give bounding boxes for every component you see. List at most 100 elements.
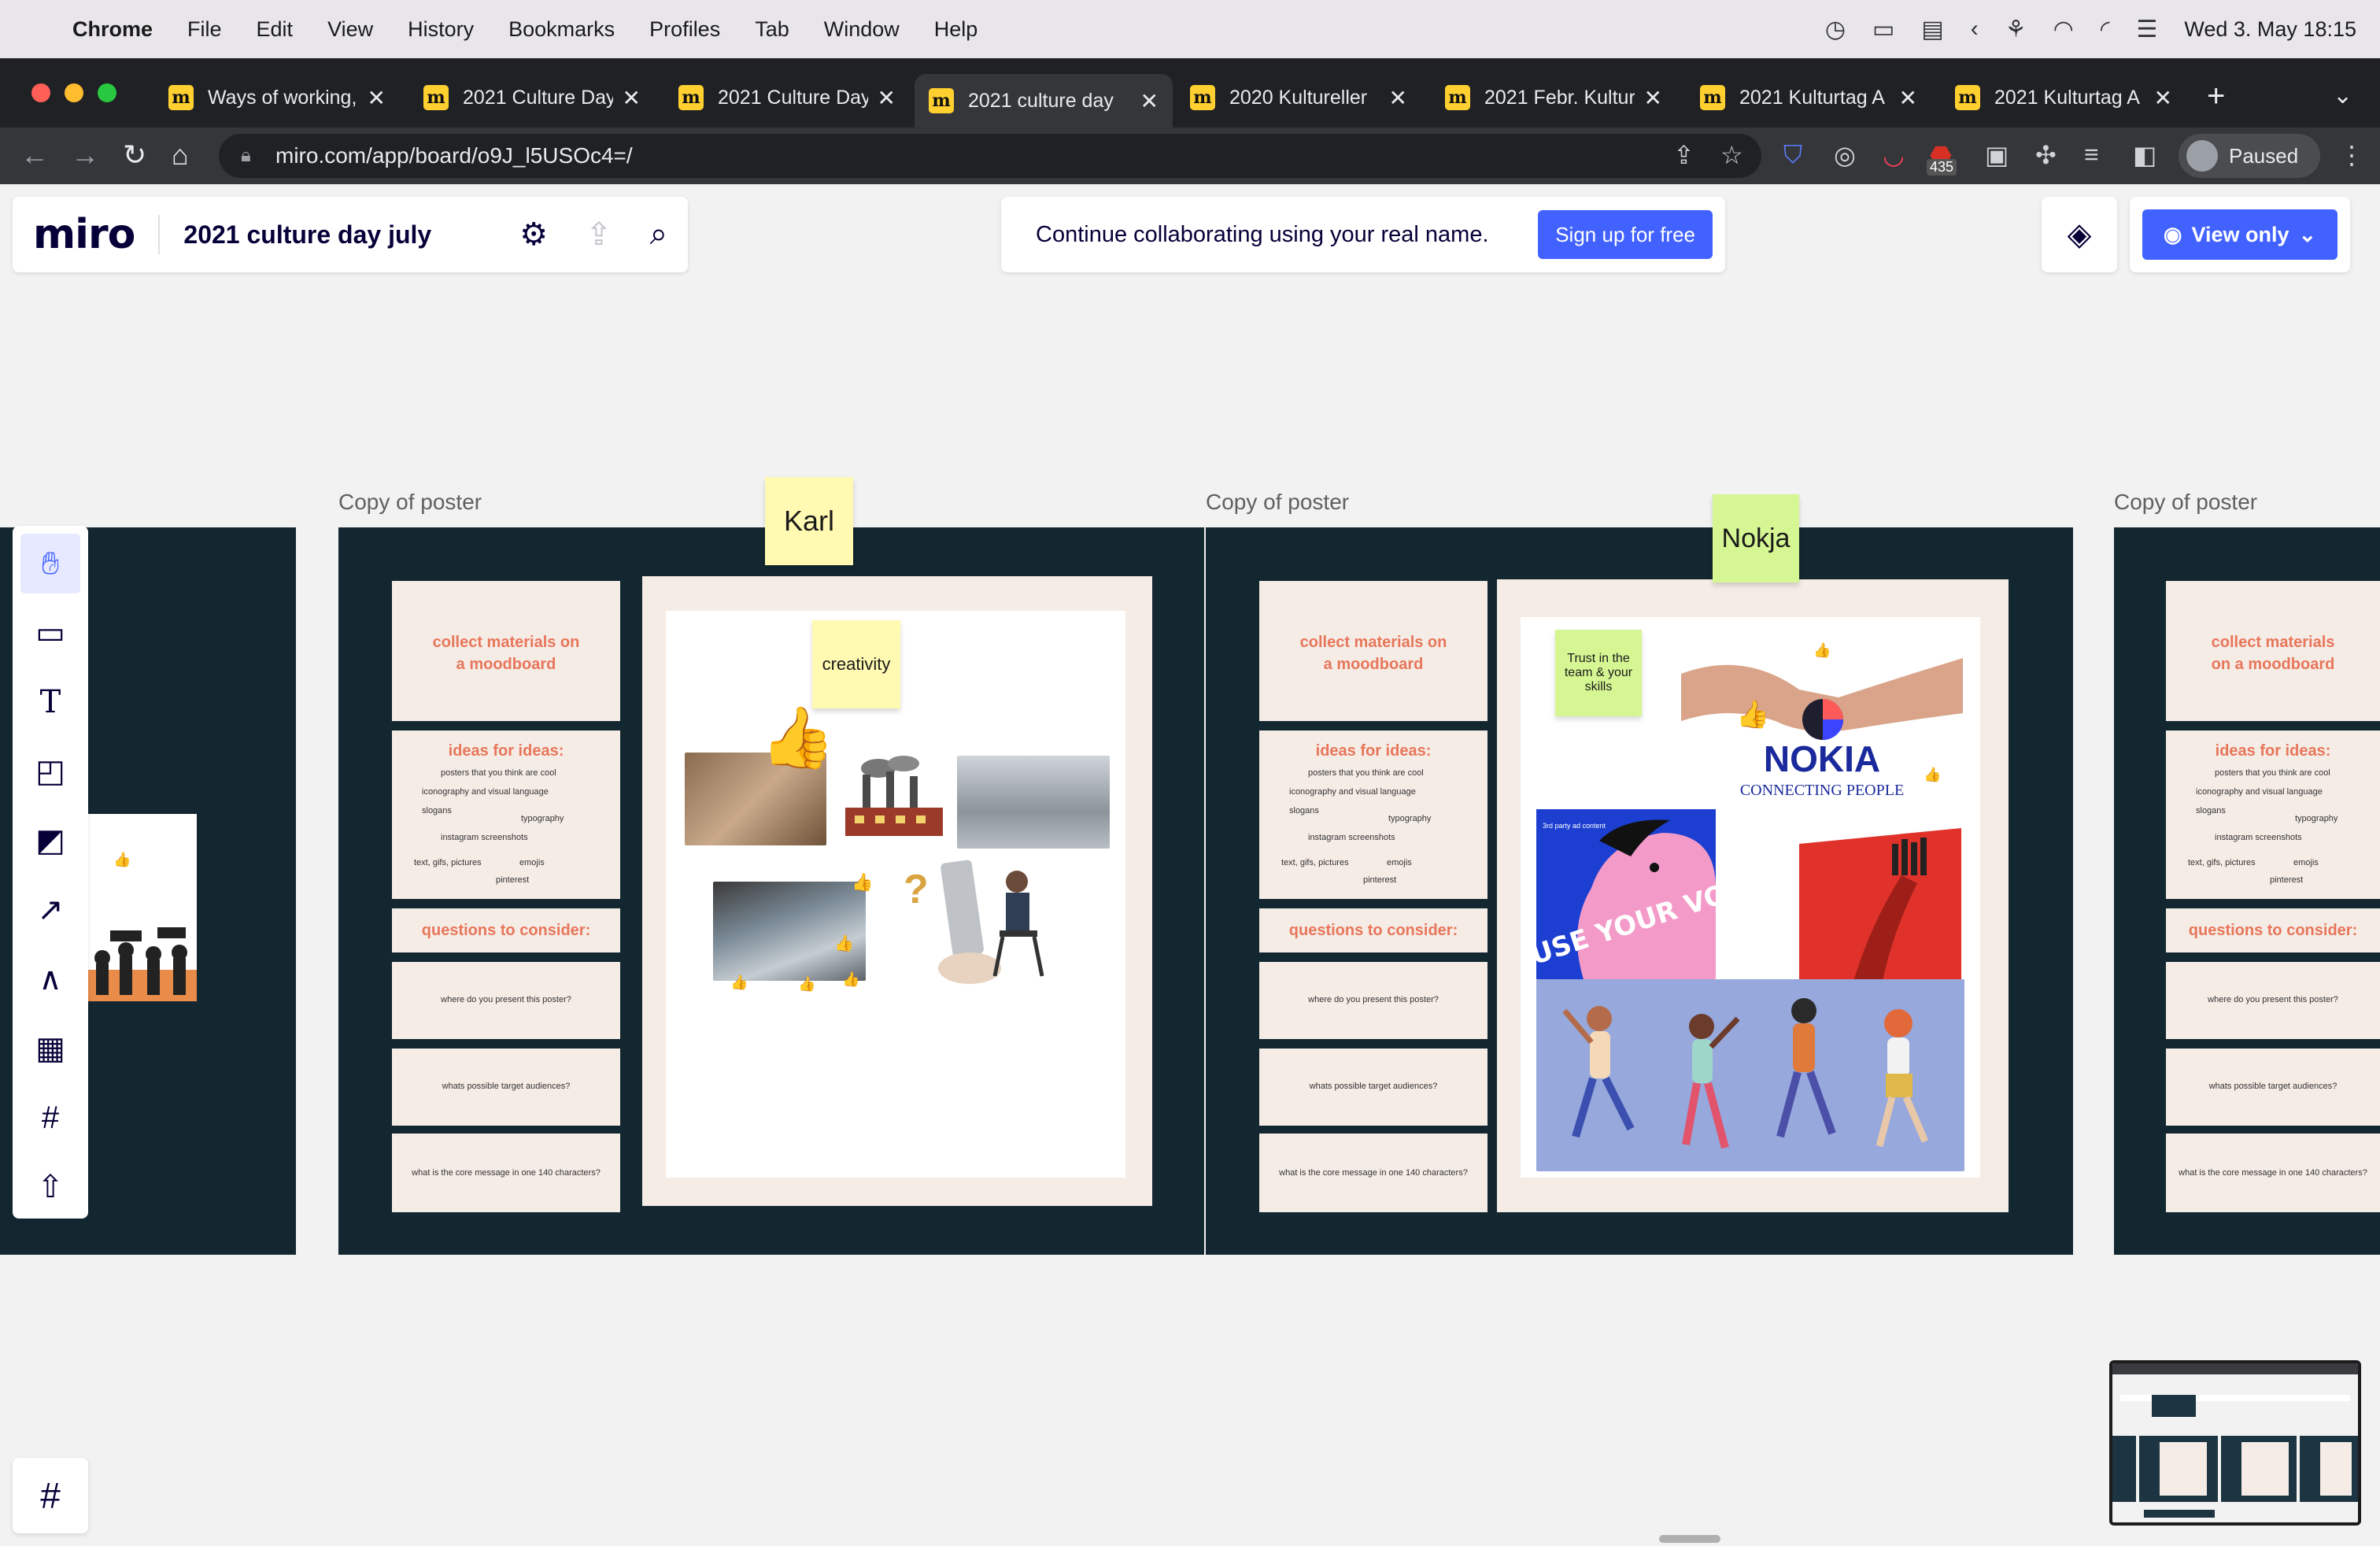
sticky-note-icon[interactable]: ◰ [20, 742, 80, 801]
time-machine-icon[interactable]: ◷ [1825, 16, 1846, 43]
wifi-icon[interactable]: ◜ [2101, 16, 2110, 43]
forward-arrow-icon[interactable]: → [71, 139, 99, 172]
sticky-creativity[interactable]: creativity [812, 620, 900, 708]
window-close-button[interactable] [31, 83, 50, 102]
tab-close-icon[interactable]: ✕ [1140, 88, 1159, 114]
apps-shapes-icon[interactable]: ◈ [2042, 197, 2117, 272]
share-icon[interactable]: ⇪ [1673, 140, 1694, 170]
panel-questions-title: questions to consider: [392, 908, 620, 952]
menu-bookmarks[interactable]: Bookmarks [508, 17, 615, 42]
side-panel-icon[interactable]: ◧ [2133, 140, 2156, 170]
panel-question-1: where do you present this poster? [1259, 962, 1488, 1039]
reading-list-icon[interactable]: ≡ [2084, 140, 2099, 169]
battery-icon[interactable]: ▭ [1872, 16, 1894, 43]
menu-profiles[interactable]: Profiles [649, 17, 720, 42]
bitwarden-extension-icon[interactable]: ⛉ [1783, 140, 1802, 170]
idea-item: pinterest [496, 875, 530, 885]
question-text: where do you present this poster? [1308, 995, 1439, 1004]
question-text: what is the core message in one 140 char… [1279, 1168, 1468, 1178]
keyboard-icon[interactable]: ▤ [1921, 16, 1943, 43]
idea-item: posters that you think are cool [2215, 768, 2330, 778]
shapes-icon[interactable]: ◩ [20, 811, 80, 871]
browser-tab-6[interactable]: m 2021 Febr. Kultur ✕ [1431, 74, 1676, 121]
browser-tab-7[interactable]: m 2021 Kulturtag A ✕ [1686, 74, 1931, 121]
window-minimize-button[interactable] [65, 83, 83, 102]
menu-tab[interactable]: Tab [755, 17, 789, 42]
browser-tab-5[interactable]: m 2020 Kultureller ✕ [1176, 74, 1421, 121]
panel-question-3: what is the core message in one 140 char… [1259, 1134, 1488, 1212]
control-center-icon[interactable]: ☰ [2136, 16, 2157, 43]
board-minimap[interactable] [2109, 1360, 2361, 1526]
idea-item: posters that you think are cool [1308, 768, 1424, 778]
tab-search-chevron-icon[interactable]: ⌄ [2333, 82, 2352, 109]
menubar-clock[interactable]: Wed 3. May 18:15 [2184, 17, 2356, 42]
horizontal-scrollbar[interactable] [1659, 1535, 1720, 1543]
panel-title: ideas for ideas: [1315, 742, 1432, 760]
menu-window[interactable]: Window [824, 17, 900, 42]
miro-logo[interactable]: miro [33, 211, 135, 258]
sticky-nokja[interactable]: Nokja [1713, 494, 1799, 583]
bookmark-star-icon[interactable]: ☆ [1720, 140, 1743, 170]
tab-close-icon[interactable]: ✕ [623, 85, 641, 111]
like-emoji: 👍 [1924, 767, 1942, 782]
window-zoom-button[interactable] [98, 83, 116, 102]
profile-paused-button[interactable]: Paused [2179, 134, 2320, 178]
upload-icon[interactable]: ⇧ [20, 1157, 80, 1217]
jumping-people-illustration [1536, 979, 1964, 1171]
pen-tool-icon[interactable]: ∧ [20, 949, 80, 1009]
reload-icon[interactable]: ↻ [123, 139, 146, 172]
browser-tab-8[interactable]: m 2021 Kulturtag A ✕ [1941, 74, 2186, 121]
chrome-menu-icon[interactable]: ⋮ [2339, 140, 2364, 170]
tab-close-icon[interactable]: ✕ [368, 85, 386, 111]
text-tool-icon[interactable]: T [20, 672, 80, 732]
sticky-trust[interactable]: Trust in the team & your skills [1555, 630, 1642, 716]
menu-edit[interactable]: Edit [257, 17, 294, 42]
comment-icon[interactable]: ▭ [20, 603, 80, 663]
export-upload-icon[interactable]: ⇪ [586, 216, 612, 253]
url-text[interactable]: miro.com/app/board/o9J_l5USOc4=/ [275, 143, 633, 168]
panel-question-1: where do you present this poster? [392, 962, 620, 1039]
menu-history[interactable]: History [408, 17, 474, 42]
connection-arrow-icon[interactable]: ↗ [20, 880, 80, 940]
browser-tab-2[interactable]: m 2021 Culture Day ✕ [409, 74, 655, 121]
tab-close-icon[interactable]: ✕ [1389, 85, 1407, 111]
tab-title: Ways of working, [208, 86, 357, 109]
templates-icon[interactable]: ▦ [20, 1019, 80, 1078]
sign-up-button[interactable]: Sign up for free [1538, 210, 1713, 259]
macos-menubar: Chrome File Edit View History Bookmarks … [0, 0, 2380, 58]
back-arrow-icon[interactable]: ← [20, 139, 49, 172]
board-name[interactable]: 2021 culture day july [183, 220, 431, 250]
tab-close-icon[interactable]: ✕ [878, 85, 896, 111]
menu-file[interactable]: File [187, 17, 222, 42]
address-bar[interactable]: 🔒︎ miro.com/app/board/o9J_l5USOc4=/ [219, 134, 1761, 178]
pocket-extension-icon[interactable]: ◡ [1883, 140, 1905, 170]
chevron-left-icon[interactable]: ‹ [1971, 16, 1979, 43]
browser-tab-3[interactable]: m 2021 Culture Day ✕ [664, 74, 910, 121]
frames-panel-icon[interactable]: # [13, 1458, 88, 1533]
airplay-icon[interactable]: ⚘ [2005, 16, 2027, 43]
menu-app-chrome[interactable]: Chrome [72, 17, 153, 42]
question-text: where do you present this poster? [2208, 995, 2338, 1004]
search-icon[interactable]: ⌕ [650, 216, 667, 253]
profile-status-icon[interactable]: ◠ [2053, 16, 2074, 43]
idea-item: pinterest [2270, 875, 2304, 885]
frame-tool-icon[interactable]: # [20, 1088, 80, 1148]
tab-close-icon[interactable]: ✕ [1644, 85, 1662, 111]
view-only-button[interactable]: ◉ View only ⌄ [2130, 197, 2350, 272]
menu-help[interactable]: Help [934, 17, 978, 42]
extension-square-icon[interactable]: ▣ [1985, 140, 2009, 170]
home-icon[interactable]: ⌂ [172, 139, 189, 172]
lock-icon[interactable]: 🔒︎ [241, 145, 261, 167]
menu-view[interactable]: View [327, 17, 373, 42]
panel-title: questions to consider: [1288, 922, 1458, 939]
browser-tab-1[interactable]: m Ways of working, ✕ [154, 74, 400, 121]
sticky-karl[interactable]: Karl [765, 477, 853, 565]
extension-glasses-icon[interactable]: ◎ [1834, 140, 1856, 170]
settings-gear-icon[interactable]: ⚙ [519, 216, 548, 253]
tab-close-icon[interactable]: ✕ [2154, 85, 2172, 111]
new-tab-icon[interactable]: + [2207, 79, 2225, 114]
puzzle-extensions-icon[interactable]: ✣ [2035, 140, 2057, 170]
browser-tab-4-active[interactable]: m 2021 culture day ✕ [915, 74, 1173, 128]
hand-tool-icon[interactable]: ✋︎ [20, 534, 80, 594]
tab-close-icon[interactable]: ✕ [1899, 85, 1917, 111]
